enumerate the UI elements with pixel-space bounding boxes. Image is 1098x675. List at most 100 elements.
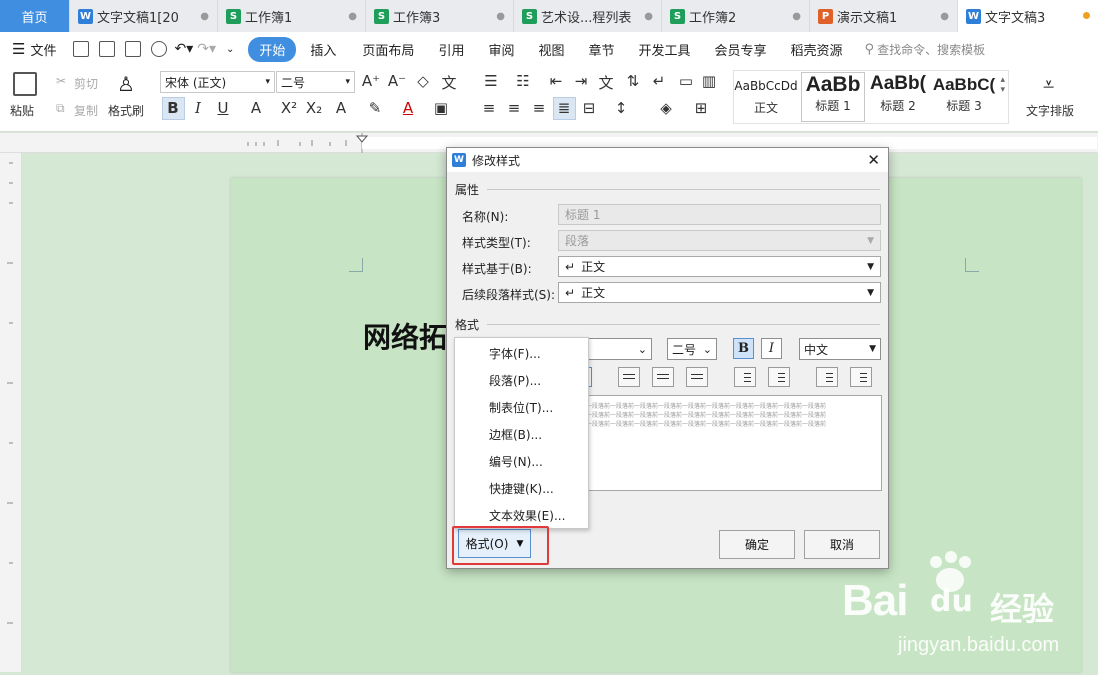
style-normal[interactable]: AaBbCcDd 正文 [734, 79, 798, 116]
cut-button[interactable]: 剪切 [74, 75, 98, 92]
copy-button[interactable]: 复制 [74, 102, 98, 119]
font-name-select[interactable]: 宋体 (正文) ▾ [160, 71, 275, 93]
ruler-icon[interactable]: ▥ [698, 72, 720, 90]
menu-item-numbering[interactable]: 编号(N)... [489, 453, 543, 470]
align-center-button[interactable] [652, 367, 674, 387]
clear-format-icon[interactable]: ◇ [412, 72, 434, 90]
tab-workbook-3[interactable]: S 工作簿3 ● [366, 0, 514, 32]
gallery-scroll-icon[interactable]: ▴ ▾ [1000, 75, 1005, 95]
phonetic-icon[interactable]: 文 [438, 72, 460, 93]
numbered-list-icon[interactable]: ☷ [512, 72, 534, 90]
italic-toggle[interactable]: I [761, 338, 782, 359]
align-left-icon[interactable]: ≡ [478, 99, 500, 117]
paste-button[interactable]: 粘贴 [10, 102, 34, 119]
distribute-icon[interactable]: ⊟ [578, 99, 600, 117]
command-search[interactable]: 查找命令、搜索模板 [877, 41, 985, 58]
font-color-icon[interactable]: A [397, 99, 419, 117]
font-size-combo[interactable]: 二号 ⌄ [667, 338, 717, 360]
tab-stops-icon[interactable]: ▭ [675, 72, 697, 90]
menu-home[interactable]: 开始 [248, 36, 297, 62]
text-layout-button[interactable]: 文字排版 [1026, 102, 1074, 119]
menu-item-text-effect[interactable]: 文本效果(E)... [489, 507, 565, 524]
menu-item-tabs[interactable]: 制表位(T)... [489, 399, 553, 416]
bold-icon[interactable]: B [162, 99, 184, 117]
based-on-select[interactable]: ↵ 正文 ▼ [558, 256, 881, 277]
paste-icon[interactable] [13, 72, 37, 96]
decrease-indent-button[interactable] [816, 367, 838, 387]
tab-art-design[interactable]: S 艺术设...程列表 ● [514, 0, 662, 32]
preview-icon[interactable] [151, 41, 168, 57]
increase-indent-button[interactable] [850, 367, 872, 387]
close-icon[interactable]: ✕ [867, 151, 880, 169]
tab-workbook-2[interactable]: S 工作簿2 ● [662, 0, 810, 32]
menu-item-border[interactable]: 边框(B)... [489, 426, 542, 443]
name-field[interactable]: 标题 1 [558, 204, 881, 225]
tab-home[interactable]: 首页 [0, 0, 70, 32]
subscript-icon[interactable]: X₂ [303, 99, 325, 117]
align-right-button[interactable] [686, 367, 708, 387]
language-combo[interactable]: 中文 ▼ [799, 338, 881, 360]
undo-icon[interactable]: ↶▾ [174, 41, 193, 57]
decrease-indent-icon[interactable]: ⇤ [545, 72, 567, 90]
document-heading[interactable]: 网络拓 [363, 316, 453, 356]
next-style-select[interactable]: ↵ 正文 ▼ [558, 282, 881, 303]
borders-icon[interactable]: ⊞ [690, 99, 712, 117]
close-icon[interactable]: ● [784, 11, 801, 22]
close-icon[interactable]: ● [932, 11, 949, 22]
menu-layout[interactable]: 页面布局 [350, 40, 426, 59]
format-painter-icon[interactable]: ♙ [117, 72, 135, 96]
line-spacing-increase-button[interactable] [734, 367, 756, 387]
redo-icon[interactable]: ↷▾ [197, 41, 216, 57]
tab-document-1[interactable]: W 文字文稿1[20 ● [70, 0, 218, 32]
style-type-select[interactable]: 段落 ▼ [558, 230, 881, 251]
align-left-button[interactable] [618, 367, 640, 387]
menu-section[interactable]: 章节 [576, 40, 626, 59]
line-spacing-icon[interactable]: ↕ [610, 99, 632, 117]
print-icon[interactable] [125, 41, 142, 57]
justify-icon[interactable]: ≣ [553, 99, 575, 117]
line-spacing-decrease-button[interactable] [768, 367, 790, 387]
increase-indent-icon[interactable]: ⇥ [570, 72, 592, 90]
menu-review[interactable]: 审阅 [476, 40, 526, 59]
save-icon[interactable] [73, 41, 90, 57]
menu-item-shortcut[interactable]: 快捷键(K)... [489, 480, 554, 497]
tab-document-3[interactable]: W 文字文稿3 [958, 0, 1098, 32]
bullet-list-icon[interactable]: ☰ [480, 72, 502, 90]
grow-font-icon[interactable]: A⁺ [360, 72, 382, 90]
tab-presentation-1[interactable]: P 演示文稿1 ● [810, 0, 958, 32]
align-center-icon[interactable]: ≡ [503, 99, 525, 117]
menu-file[interactable]: 文件 [25, 40, 68, 59]
text-layout-icon[interactable]: ⩡ [1043, 72, 1054, 96]
menu-references[interactable]: 引用 [426, 40, 476, 59]
dialog-titlebar[interactable]: W 修改样式 ✕ [447, 148, 888, 172]
menu-view[interactable]: 视图 [526, 40, 576, 59]
font-size-select[interactable]: 二号 ▾ [276, 71, 355, 93]
menu-insert[interactable]: 插入 [296, 40, 350, 59]
vertical-ruler[interactable] [0, 153, 22, 672]
close-icon[interactable]: ● [488, 11, 505, 22]
menu-developer[interactable]: 开发工具 [627, 40, 703, 59]
shading-icon[interactable]: ◈ [655, 99, 677, 117]
menu-docer[interactable]: 稻壳资源 [779, 40, 855, 59]
highlight-icon[interactable]: ✎ [364, 99, 386, 117]
text-effect-icon[interactable]: A [330, 99, 352, 117]
strikethrough-icon[interactable]: A [245, 99, 267, 117]
char-border-icon[interactable]: ▣ [430, 99, 452, 117]
menu-member[interactable]: 会员专享 [703, 40, 779, 59]
style-heading-3[interactable]: AaBbC(标题 3 [932, 73, 996, 114]
close-icon[interactable]: ● [636, 11, 653, 22]
hamburger-icon[interactable]: ☰ [12, 40, 25, 58]
shrink-font-icon[interactable]: A⁻ [386, 72, 408, 90]
menu-item-paragraph[interactable]: 段落(P)... [489, 372, 541, 389]
align-right-icon[interactable]: ≡ [528, 99, 550, 117]
close-icon[interactable]: ● [192, 11, 209, 22]
tab-workbook-1[interactable]: S 工作簿1 ● [218, 0, 366, 32]
font-name-combo[interactable]: ⌄ [585, 338, 652, 360]
show-marks-icon[interactable]: ↵ [648, 72, 670, 90]
chinese-layout-icon[interactable]: 文 [595, 72, 617, 93]
format-painter-button[interactable]: 格式刷 [108, 102, 144, 119]
superscript-icon[interactable]: X² [278, 99, 300, 117]
customize-icon[interactable]: ⌄ [226, 44, 234, 55]
menu-item-font[interactable]: 字体(F)... [489, 345, 541, 362]
underline-icon[interactable]: U [212, 99, 234, 117]
